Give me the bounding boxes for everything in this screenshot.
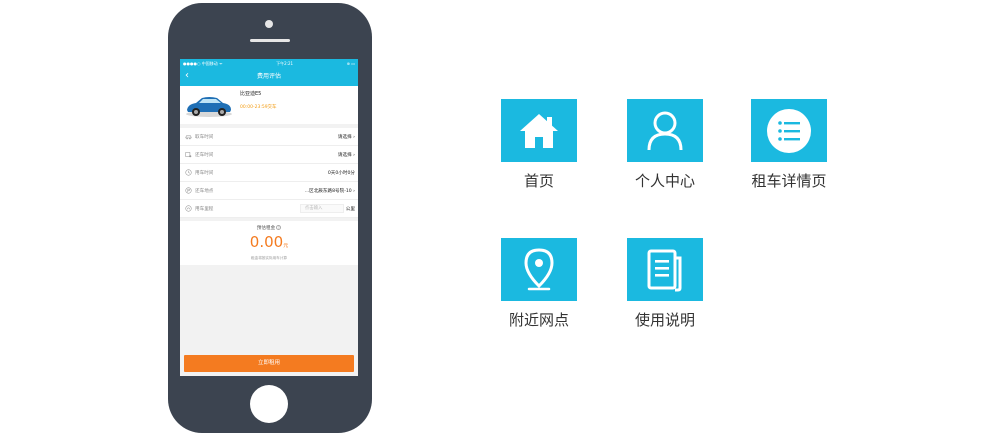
mileage-icon: [185, 205, 192, 212]
location-p-icon: [185, 187, 192, 194]
estimate-amount-line: 0.00元: [180, 233, 358, 255]
return-car-icon: [185, 152, 192, 158]
document-tile[interactable]: [627, 238, 703, 301]
estimate-label-line: 预估租金?: [180, 221, 358, 232]
estimate-amount: 0.00: [249, 233, 284, 251]
back-button[interactable]: ‹: [185, 70, 195, 82]
row-usage-time: 用车时间 0天0小时0分: [180, 164, 358, 182]
user-icon: [647, 111, 683, 150]
status-carrier: ●●●●○ 中国移动 ᯤ: [183, 61, 223, 66]
row-value: 请选择 ›: [337, 134, 355, 140]
feature-instructions[interactable]: 使用说明: [610, 238, 720, 331]
stage: ●●●●○ 中国移动 ᯤ 下午2:21 ⊕ ▭ ‹ 费用评估 比亚迪E5 00:…: [0, 0, 1000, 436]
list-icon: [767, 108, 811, 153]
car-name: 比亚迪E5: [240, 91, 262, 97]
row-label: 取车时间: [195, 134, 214, 140]
estimate-label: 预估租金: [256, 226, 276, 231]
map-pin-tile[interactable]: [501, 238, 577, 301]
row-value: 请选择 ›: [337, 152, 355, 158]
row-label: 还车时间: [195, 152, 214, 158]
clock-icon: [185, 169, 192, 176]
feature-label: 使用说明: [634, 311, 695, 329]
phone-speaker: [250, 39, 290, 42]
feature-label: 附近网点: [508, 311, 569, 329]
row-return-time[interactable]: 还车时间 请选择 ›: [180, 146, 358, 164]
row-value: ...区北辰东路8号院-10 ›: [304, 188, 355, 194]
car-info: 比亚迪E5 00:00-23:59交车: [240, 90, 277, 112]
row-label: 还车地点: [195, 188, 214, 194]
row-pickup-time[interactable]: 取车时间 请选择 ›: [180, 128, 358, 146]
feature-label: 首页: [523, 172, 554, 190]
document-icon: [647, 249, 682, 291]
feature-label: 个人中心: [634, 172, 695, 190]
phone-camera: [265, 20, 273, 28]
list-tile[interactable]: [751, 99, 827, 162]
rent-now-button[interactable]: 立即租用: [184, 355, 354, 372]
mileage-unit: 公里: [345, 206, 355, 212]
row-label: 用车时间: [195, 170, 214, 176]
mileage-input[interactable]: 点击输入: [299, 204, 344, 213]
status-bar: ●●●●○ 中国移动 ᯤ 下午2:21 ⊕ ▭: [180, 59, 358, 68]
feature-rental-detail[interactable]: 租车详情页: [734, 99, 844, 192]
status-battery: ⊕ ▭: [346, 61, 355, 66]
estimate-section: 预估租金? 0.00元 租金将按实际用车计算: [180, 221, 358, 265]
map-pin-icon: [524, 247, 554, 290]
home-icon: [520, 113, 558, 148]
feature-user-center[interactable]: 个人中心: [610, 99, 720, 192]
row-value: 0天0小时0分: [327, 170, 355, 176]
pickup-car-icon: [185, 135, 192, 140]
phone-home-button[interactable]: [250, 385, 288, 423]
row-return-location[interactable]: 还车地点 ...区北辰东路8号院-10 ›: [180, 182, 358, 200]
feature-nearby-outlets[interactable]: 附近网点: [484, 238, 594, 331]
estimate-unit: 元: [283, 243, 289, 249]
row-label: 用车里程: [195, 206, 214, 212]
nav-bar: ‹ 费用评估: [180, 68, 358, 86]
car-hours: 00:00-23:59交车: [240, 105, 277, 110]
estimate-note: 租金将按实际用车计算: [251, 256, 287, 260]
phone-screen: ●●●●○ 中国移动 ᯤ 下午2:21 ⊕ ▭ ‹ 费用评估 比亚迪E5 00:…: [180, 59, 358, 376]
car-image: [186, 97, 232, 117]
phone-mockup: ●●●●○ 中国移动 ᯤ 下午2:21 ⊕ ▭ ‹ 费用评估 比亚迪E5 00:…: [168, 3, 372, 433]
feature-label: 租车详情页: [751, 172, 827, 190]
feature-home[interactable]: 首页: [484, 99, 594, 192]
car-card: 比亚迪E5 00:00-23:59交车: [180, 86, 358, 124]
user-tile[interactable]: [627, 99, 703, 162]
help-icon[interactable]: ?: [276, 225, 282, 230]
status-time: 下午2:21: [276, 61, 294, 66]
row-mileage: 用车里程 点击输入 公里: [180, 200, 358, 218]
home-tile[interactable]: [501, 99, 577, 162]
form-rows: 取车时间 请选择 › 还车时间 请选择 › 用车时间 0天0小时0分 还车地点 …: [180, 128, 358, 218]
page-title: 费用评估: [256, 73, 281, 80]
